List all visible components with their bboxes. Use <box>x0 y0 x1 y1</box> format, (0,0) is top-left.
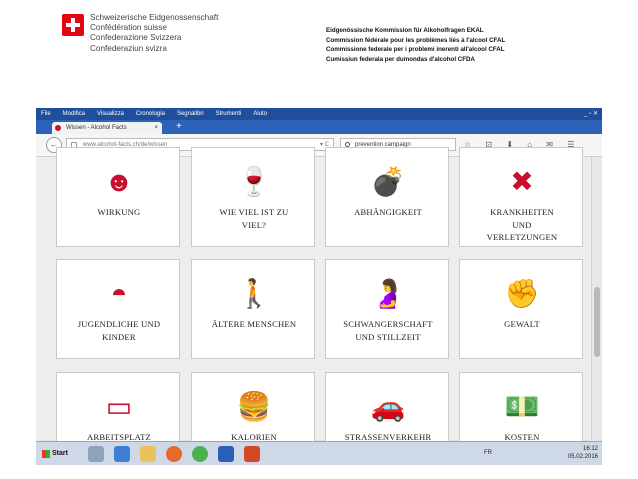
start-label: Start <box>52 450 68 457</box>
bottle-bomb-icon: 💣 <box>370 166 406 197</box>
window-controls[interactable]: _ ▫ ✕ <box>584 108 598 120</box>
tab-wissen[interactable]: Wissen - Alcohol Facts × <box>52 122 162 134</box>
org-line: Confederazione Svizzera <box>90 33 182 43</box>
topic-tile[interactable]: 🍷 WIE VIEL IST ZU VIEL? <box>191 147 315 247</box>
menu-bookmarks[interactable]: Segnalibri <box>177 111 204 117</box>
tab-title: Wissen - Alcohol Facts <box>66 125 127 131</box>
cap-icon: ◓ <box>110 278 128 309</box>
tray-time: 16:12 <box>582 446 598 452</box>
menu-tools[interactable]: Strumenti <box>216 111 242 117</box>
scrollbar-thumb[interactable] <box>594 287 600 357</box>
dizzy-face-icon: ☻ <box>104 166 134 197</box>
browser-screenshot: File Modifica Visualizza Cronologia Segnalib… <box>36 108 602 465</box>
computer-icon[interactable] <box>88 446 104 462</box>
swiss-cross-logo <box>62 14 84 36</box>
menu-bar: File Modifica Visualizza Cronologia Segnalib… <box>36 108 602 120</box>
car-icon: 🚗 <box>370 391 406 422</box>
topic-tile[interactable]: 🤰 SCHWANGERSCHAFT UND STILLZEIT <box>325 259 449 359</box>
firefox-icon[interactable] <box>166 446 182 462</box>
menu-view[interactable]: Visualizza <box>97 111 124 117</box>
scrollbar[interactable] <box>591 157 602 440</box>
menu-edit[interactable]: Modifica <box>63 111 85 117</box>
org-line: Confederaziun svizra <box>90 43 167 53</box>
close-tab-icon[interactable]: × <box>154 122 158 134</box>
commission-line: Cumissiun federala per dumondas d'alcoho… <box>326 55 475 63</box>
topic-tile[interactable]: ✊ GEWALT <box>459 259 583 359</box>
chrome-icon[interactable] <box>192 446 208 462</box>
powerpoint-icon[interactable] <box>244 446 260 462</box>
federal-administration-names: Schweizerische Eidgenossenschaft Confédé… <box>90 13 218 54</box>
fist-icon: ✊ <box>504 278 540 309</box>
topic-tile[interactable]: ☻ WIRKUNG <box>56 147 180 247</box>
pregnant-woman-icon: 🤰 <box>370 278 406 309</box>
tray-clock[interactable]: 16:12 05.02.2016 <box>568 445 598 461</box>
topic-tile[interactable]: ✖ KRANKHEITEN UND VERLETZUNGEN <box>459 147 583 247</box>
bandage-cross-icon: ✖ <box>510 166 534 197</box>
favicon-icon <box>55 125 61 131</box>
tile-label: JUGENDLICHE UND KINDER <box>77 319 161 342</box>
commission-line: Eidgenössische Kommission für Alkoholfra… <box>326 27 484 34</box>
org-line: Confédération suisse <box>90 23 167 33</box>
monitor-icon: ▭ <box>105 391 133 422</box>
menu-file[interactable]: File <box>41 111 51 117</box>
tile-label: ABHÄNGIGKEIT <box>354 207 422 217</box>
page-content: ☻ WIRKUNG 🍷 WIE VIEL IST ZU VIEL? 💣 ABHÄNGIGK… <box>36 147 602 465</box>
powershell-icon[interactable] <box>114 446 130 462</box>
topic-tile[interactable]: 🚶 ÄLTERE MENSCHEN <box>191 259 315 359</box>
start-button[interactable]: Start <box>42 446 74 462</box>
burger-icon: 🍔 <box>236 391 272 422</box>
menu-history[interactable]: Cronologia <box>136 111 165 117</box>
tile-label: GEWALT <box>504 319 540 329</box>
org-line: Schweizerische Eidgenossenschaft <box>90 13 219 22</box>
topic-tile[interactable]: ◓ JUGENDLICHE UND KINDER <box>56 259 180 359</box>
commission-names: Eidgenössische Kommission für Alkoholfra… <box>326 26 505 64</box>
menu-help[interactable]: Aiuto <box>253 111 267 117</box>
commission-line: Commissione federale per i problemi iner… <box>326 46 505 54</box>
taskbar: Start FR 16:12 05.02.2016 <box>36 441 602 465</box>
tile-label: SCHWANGERSCHAFT UND STILLZEIT <box>343 319 433 342</box>
elderly-person-icon: 🚶 <box>236 278 272 309</box>
wine-glass-icon: 🍷 <box>236 166 272 197</box>
tray-language[interactable]: FR <box>484 450 492 456</box>
tray-date: 05.02.2016 <box>567 454 598 460</box>
tile-label: KRANKHEITEN UND VERLETZUNGEN <box>486 207 558 242</box>
commission-line: Commission fédérale pour les problèmes l… <box>326 36 506 44</box>
windows-logo-icon <box>42 450 50 458</box>
money-icon: 💵 <box>504 391 540 422</box>
topic-tile[interactable]: 💣 ABHÄNGIGKEIT <box>325 147 449 247</box>
new-tab-button[interactable]: + <box>176 120 182 134</box>
tile-label: WIE VIEL IST ZU VIEL? <box>219 207 289 230</box>
folder-icon[interactable] <box>140 446 156 462</box>
tab-bar: Wissen - Alcohol Facts × + <box>36 120 602 134</box>
tile-label: ÄLTERE MENSCHEN <box>211 319 297 329</box>
tile-label: WIRKUNG <box>97 207 141 217</box>
word-icon[interactable] <box>218 446 234 462</box>
